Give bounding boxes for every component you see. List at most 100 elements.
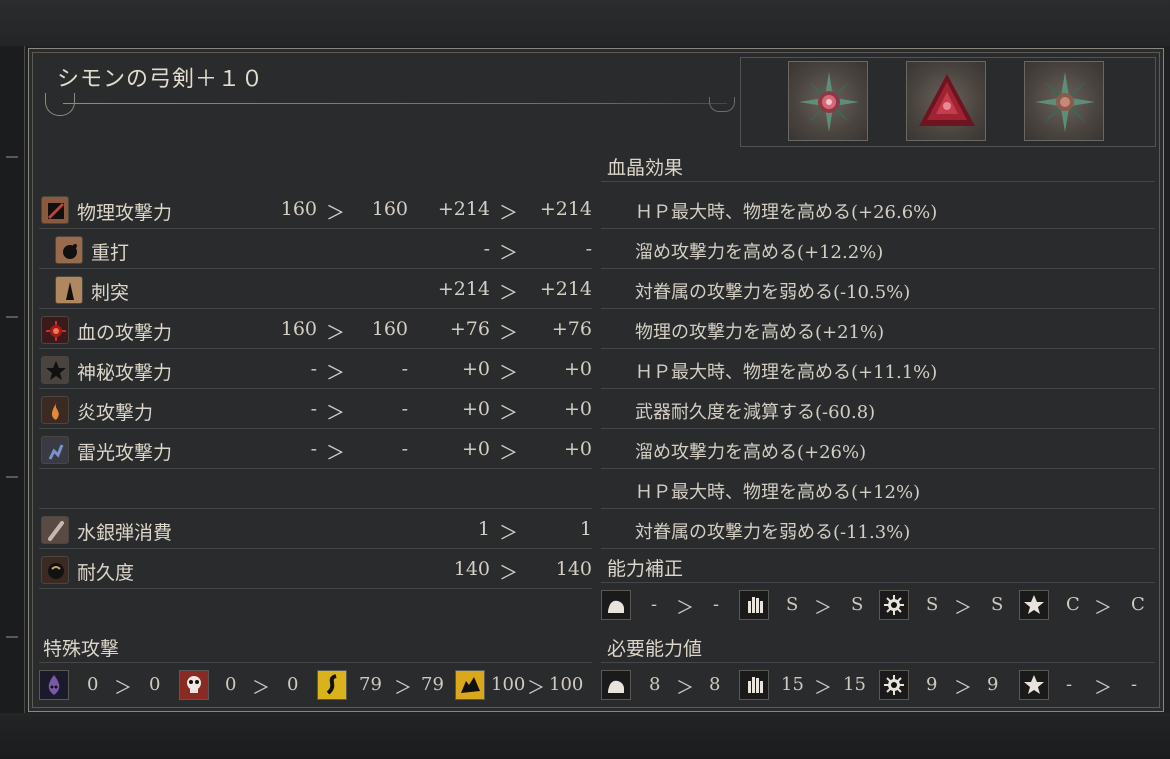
value-after: - — [713, 594, 720, 615]
value-before: 79 — [359, 674, 382, 695]
blood-gem-effect-text: 溜め攻撃力を高める(+12.2%) — [635, 242, 884, 263]
arcane-icon — [1019, 590, 1049, 620]
value-after: C — [1131, 594, 1145, 615]
blood-gem-slot-2[interactable] — [906, 61, 986, 141]
triangle-blood-gem-icon — [919, 74, 975, 126]
stat-value: - — [401, 398, 408, 420]
value-before: 0 — [225, 674, 237, 695]
scaling-heading: 能力補正 — [607, 558, 684, 580]
value-before: 100 — [491, 674, 526, 695]
blood-gem-effect-text: ＨＰ最大時、物理を高める(+12%) — [635, 482, 921, 503]
stat-value: +76 — [551, 318, 592, 340]
arcane-icon — [1019, 670, 1049, 700]
arrow-icon: ＞ — [325, 402, 345, 424]
blood-gem-effect-row: 武器耐久度を減算する(-60.8) — [601, 390, 1155, 429]
arrow-icon: ＞ — [325, 322, 345, 344]
blood-attack-icon — [41, 316, 69, 344]
arrow-icon: ＞ — [394, 678, 412, 699]
stat-value: +214 — [437, 198, 490, 220]
side-tick — [6, 316, 18, 318]
arrow-icon: ＞ — [114, 678, 132, 699]
blood-gem-effect-text: ＨＰ最大時、物理を高める(+26.6%) — [635, 202, 938, 223]
stat-value: 160 — [371, 318, 408, 340]
blood-gem-effect-row: 対眷属の攻撃力を弱める(-11.3%) — [601, 510, 1155, 549]
blood-gem-effect-text: 対眷属の攻撃力を弱める(-11.3%) — [635, 522, 911, 543]
arrow-icon: ＞ — [325, 202, 345, 224]
divider — [601, 582, 1155, 583]
arrow-icon: ＞ — [1094, 678, 1112, 699]
top-background — [0, 0, 1170, 46]
value-before: S — [926, 594, 939, 615]
value-before: S — [786, 594, 799, 615]
thrust-icon — [55, 276, 83, 304]
value-after: S — [851, 594, 864, 615]
stat-value: +76 — [449, 318, 490, 340]
stat-row — [39, 470, 592, 509]
blood-gem-effect-row: ＨＰ最大時、物理を高める(+11.1%) — [601, 350, 1155, 389]
side-tick — [6, 636, 18, 638]
stat-label: 重打 — [91, 242, 130, 264]
value-after: 8 — [709, 674, 721, 695]
stat-value: 140 — [555, 558, 592, 580]
stat-value: +0 — [461, 358, 490, 380]
stat-row: 重打 - ＞ - — [39, 230, 592, 269]
rapid-poison-icon — [179, 670, 209, 700]
arrow-icon: ＞ — [1094, 598, 1112, 619]
blood-gem-slot-1[interactable] — [788, 61, 868, 141]
arrow-icon: ＞ — [814, 598, 832, 619]
blood-gem-effect-text: 溜め攻撃力を高める(+26%) — [635, 442, 867, 463]
value-before: C — [1066, 594, 1080, 615]
skill-icon — [739, 670, 769, 700]
stat-label: 物理攻撃力 — [77, 202, 173, 224]
blood-gem-effects-heading: 血晶効果 — [607, 157, 684, 179]
stat-value: - — [483, 238, 490, 260]
stat-row: 水銀弾消費 1 ＞ 1 — [39, 510, 592, 549]
blood-gem-effect-row: 物理の攻撃力を高める(+21%) — [601, 310, 1155, 349]
arrow-icon: ＞ — [498, 282, 518, 304]
blood-gem-effect-row: 溜め攻撃力を高める(+26%) — [601, 430, 1155, 469]
divider — [39, 662, 592, 663]
quicksilver-bullet-icon — [41, 516, 69, 544]
blood-gem-effect-row: 対眷属の攻撃力を弱める(-10.5%) — [601, 270, 1155, 309]
value-after: 15 — [843, 674, 866, 695]
durability-icon — [41, 556, 69, 584]
stat-value: +214 — [539, 278, 592, 300]
stat-value: - — [401, 438, 408, 460]
side-tick — [6, 476, 18, 478]
stat-value: - — [585, 238, 592, 260]
value-before: 8 — [649, 674, 661, 695]
blood-gem-effect-text: ＨＰ最大時、物理を高める(+11.1%) — [635, 362, 938, 383]
value-after: - — [1131, 674, 1138, 695]
weapon-name: シモンの弓剣＋１０ — [57, 67, 265, 92]
title-divider — [63, 103, 727, 104]
stat-value: - — [310, 358, 317, 380]
ornament-flourish-right — [709, 97, 735, 112]
stat-label: 雷光攻撃力 — [77, 442, 173, 464]
stat-label: 血の攻撃力 — [77, 322, 173, 344]
stat-row: 物理攻撃力 160 ＞ 160 +214 ＞ +214 — [39, 190, 592, 229]
side-tick — [6, 156, 18, 158]
value-after: 0 — [149, 674, 161, 695]
value-before: - — [651, 594, 658, 615]
blood-gem-effect-row: ＨＰ最大時、物理を高める(+26.6%) — [601, 190, 1155, 229]
arrow-icon: ＞ — [676, 678, 694, 699]
arrow-icon: ＞ — [498, 242, 518, 264]
radial-blood-gem-icon — [1035, 72, 1095, 132]
arrow-icon: ＞ — [527, 678, 545, 699]
requirements-heading: 必要能力値 — [607, 638, 703, 660]
stat-row: 刺突 +214 ＞ +214 — [39, 270, 592, 309]
divider — [601, 181, 1155, 182]
stat-label: 神秘攻撃力 — [77, 362, 173, 384]
stat-value: - — [401, 358, 408, 380]
stat-value: 1 — [579, 518, 592, 540]
arrow-icon: ＞ — [676, 598, 694, 619]
bottom-background — [0, 713, 1170, 759]
blood-gem-slot-3[interactable] — [1024, 61, 1104, 141]
stat-value: +0 — [461, 398, 490, 420]
value-after: 79 — [421, 674, 444, 695]
stat-row: 雷光攻撃力 - ＞ - +0 ＞ +0 — [39, 430, 592, 469]
stat-value: 140 — [453, 558, 490, 580]
stat-label: 刺突 — [91, 282, 130, 304]
bolt-attack-icon — [41, 436, 69, 464]
blood-gem-effect-text: 武器耐久度を減算する(-60.8) — [635, 402, 876, 423]
